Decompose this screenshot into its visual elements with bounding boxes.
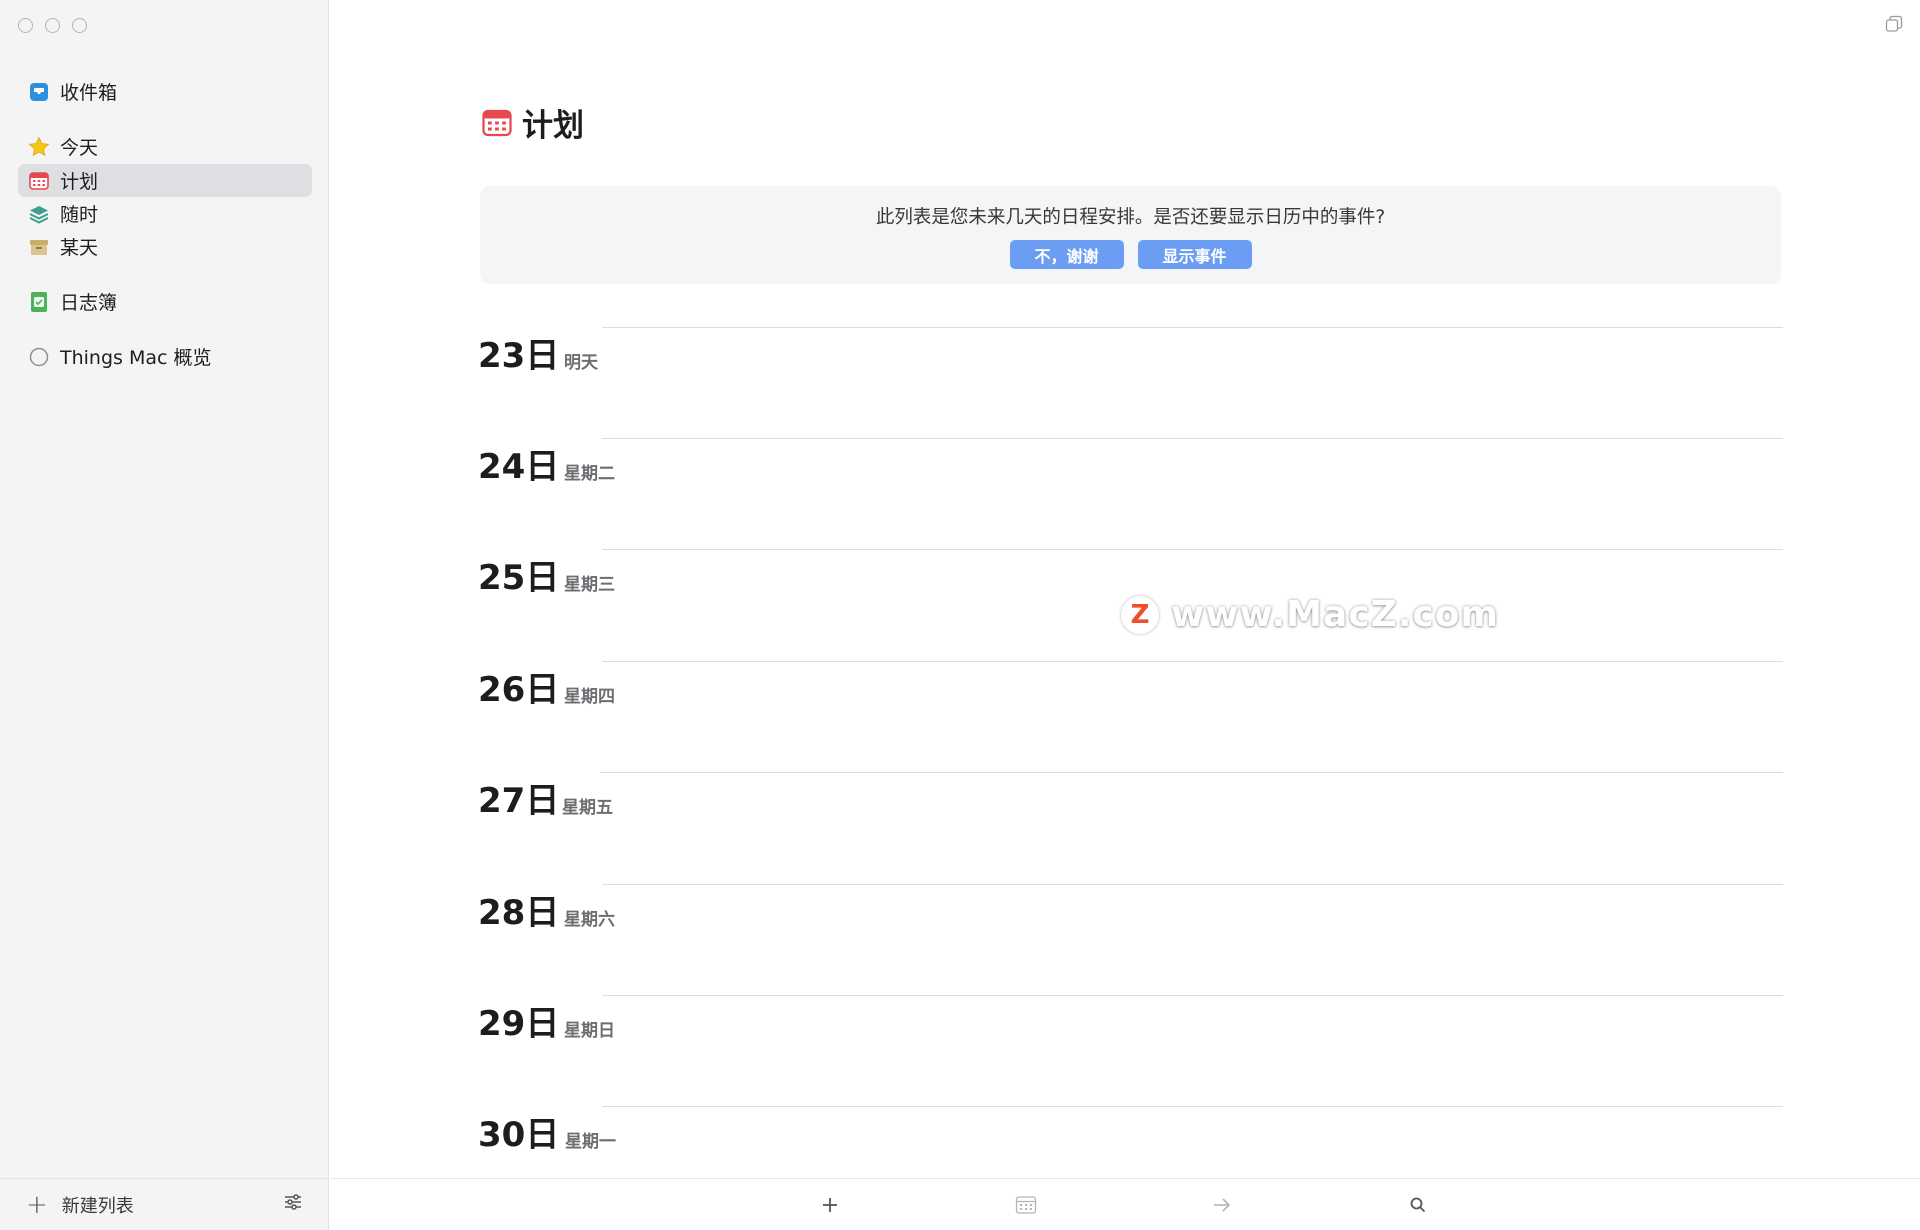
archive-box-icon <box>28 236 50 258</box>
day-weekday: 星期三 <box>564 575 615 595</box>
day-heading: 27日 星期五 <box>478 758 1783 818</box>
day-number: 26日 <box>478 670 560 710</box>
day-weekday: 星期四 <box>564 687 615 707</box>
sidebar-item-inbox[interactable]: 收件箱 <box>18 75 312 108</box>
calendar-icon <box>482 108 512 138</box>
day-weekday: 星期五 <box>562 798 613 818</box>
calendar-icon <box>28 170 50 192</box>
day-heading: 24日 星期二 <box>478 424 1783 484</box>
day-heading: 30日 星期一 <box>478 1092 1783 1152</box>
window-controls <box>18 18 87 33</box>
watermark-logo: Z <box>1121 595 1159 634</box>
sidebar-item-someday[interactable]: 某天 <box>18 230 312 263</box>
sidebar-item-label: 收件箱 <box>60 82 118 104</box>
page-title-text: 计划 <box>522 108 584 144</box>
day-divider <box>602 1106 1783 1107</box>
add-todo-icon[interactable] <box>817 1192 843 1218</box>
sidebar: 收件箱 今天 计划 随时 某天 日志簿 Things Mac 概览 + 新建列表 <box>0 0 329 1230</box>
day-number: 25日 <box>478 558 560 598</box>
sidebar-item-logbook[interactable]: 日志簿 <box>18 285 312 318</box>
sidebar-item-label: Things Mac 概览 <box>60 347 212 369</box>
show-events-button[interactable]: 显示事件 <box>1137 240 1252 269</box>
sidebar-item-label: 今天 <box>60 137 99 159</box>
sidebar-item-upcoming[interactable]: 计划 <box>18 164 312 197</box>
new-list-button[interactable]: 新建列表 <box>62 1192 134 1218</box>
day-divider <box>602 995 1783 996</box>
search-icon[interactable] <box>1405 1192 1431 1218</box>
page-title: 计划 <box>482 100 584 145</box>
day-heading: 29日 星期日 <box>478 981 1783 1041</box>
sidebar-item-label: 某天 <box>60 237 99 259</box>
day-divider <box>602 438 1783 439</box>
no-thanks-button[interactable]: 不，谢谢 <box>1009 240 1124 269</box>
prompt-buttons: 不，谢谢 显示事件 <box>480 240 1781 269</box>
day-divider <box>600 772 1783 773</box>
day-number: 24日 <box>478 447 560 487</box>
day-weekday: 明天 <box>564 353 598 373</box>
day-number: 29日 <box>478 1004 560 1044</box>
star-icon <box>28 136 50 158</box>
sidebar-item-today[interactable]: 今天 <box>18 130 312 163</box>
close-window-button[interactable] <box>18 18 33 33</box>
minimize-window-button[interactable] <box>45 18 60 33</box>
move-arrow-icon[interactable] <box>1209 1192 1235 1218</box>
day-number: 30日 <box>478 1115 560 1155</box>
sidebar-item-anytime[interactable]: 随时 <box>18 197 312 230</box>
day-divider <box>602 884 1783 885</box>
inbox-icon <box>28 81 50 103</box>
sidebar-footer: + 新建列表 <box>0 1178 329 1230</box>
prompt-text: 此列表是您未来几天的日程安排。是否还要显示日历中的事件? <box>875 207 1386 228</box>
day-divider <box>602 661 1783 662</box>
day-heading: 25日 星期三 <box>478 535 1783 595</box>
circle-checkbox-icon[interactable] <box>28 346 50 368</box>
watermark-text: www.MacZ.com <box>1171 594 1499 635</box>
day-heading: 23日 明天 <box>478 313 1783 373</box>
new-window-icon[interactable] <box>1885 15 1903 37</box>
plus-icon[interactable]: + <box>26 1192 48 1218</box>
schedule-calendar-icon[interactable] <box>1013 1192 1039 1218</box>
bottom-toolbar <box>330 1178 1920 1230</box>
day-weekday: 星期日 <box>564 1021 615 1041</box>
sidebar-item-label: 日志簿 <box>60 292 118 314</box>
day-number: 28日 <box>478 893 560 933</box>
day-heading: 28日 星期六 <box>478 870 1783 930</box>
watermark: Z www.MacZ.com <box>1121 594 1499 635</box>
day-weekday: 星期二 <box>564 464 615 484</box>
day-divider <box>602 327 1783 328</box>
sidebar-item-label: 随时 <box>60 204 99 226</box>
day-number: 27日 <box>478 781 560 821</box>
filter-settings-icon[interactable] <box>283 1192 303 1217</box>
layers-icon <box>28 203 50 225</box>
sidebar-item-things-overview[interactable]: Things Mac 概览 <box>18 340 312 373</box>
logbook-icon <box>28 291 50 313</box>
day-weekday: 星期一 <box>565 1132 616 1152</box>
sidebar-item-label: 计划 <box>60 171 99 193</box>
day-heading: 26日 星期四 <box>478 647 1783 707</box>
zoom-window-button[interactable] <box>72 18 87 33</box>
main-content: 计划 此列表是您未来几天的日程安排。是否还要显示日历中的事件? 不，谢谢 显示事… <box>330 0 1920 1230</box>
calendar-events-prompt: 此列表是您未来几天的日程安排。是否还要显示日历中的事件? 不，谢谢 显示事件 <box>480 186 1781 284</box>
day-number: 23日 <box>478 336 560 376</box>
day-weekday: 星期六 <box>564 910 615 930</box>
day-divider <box>602 549 1783 550</box>
